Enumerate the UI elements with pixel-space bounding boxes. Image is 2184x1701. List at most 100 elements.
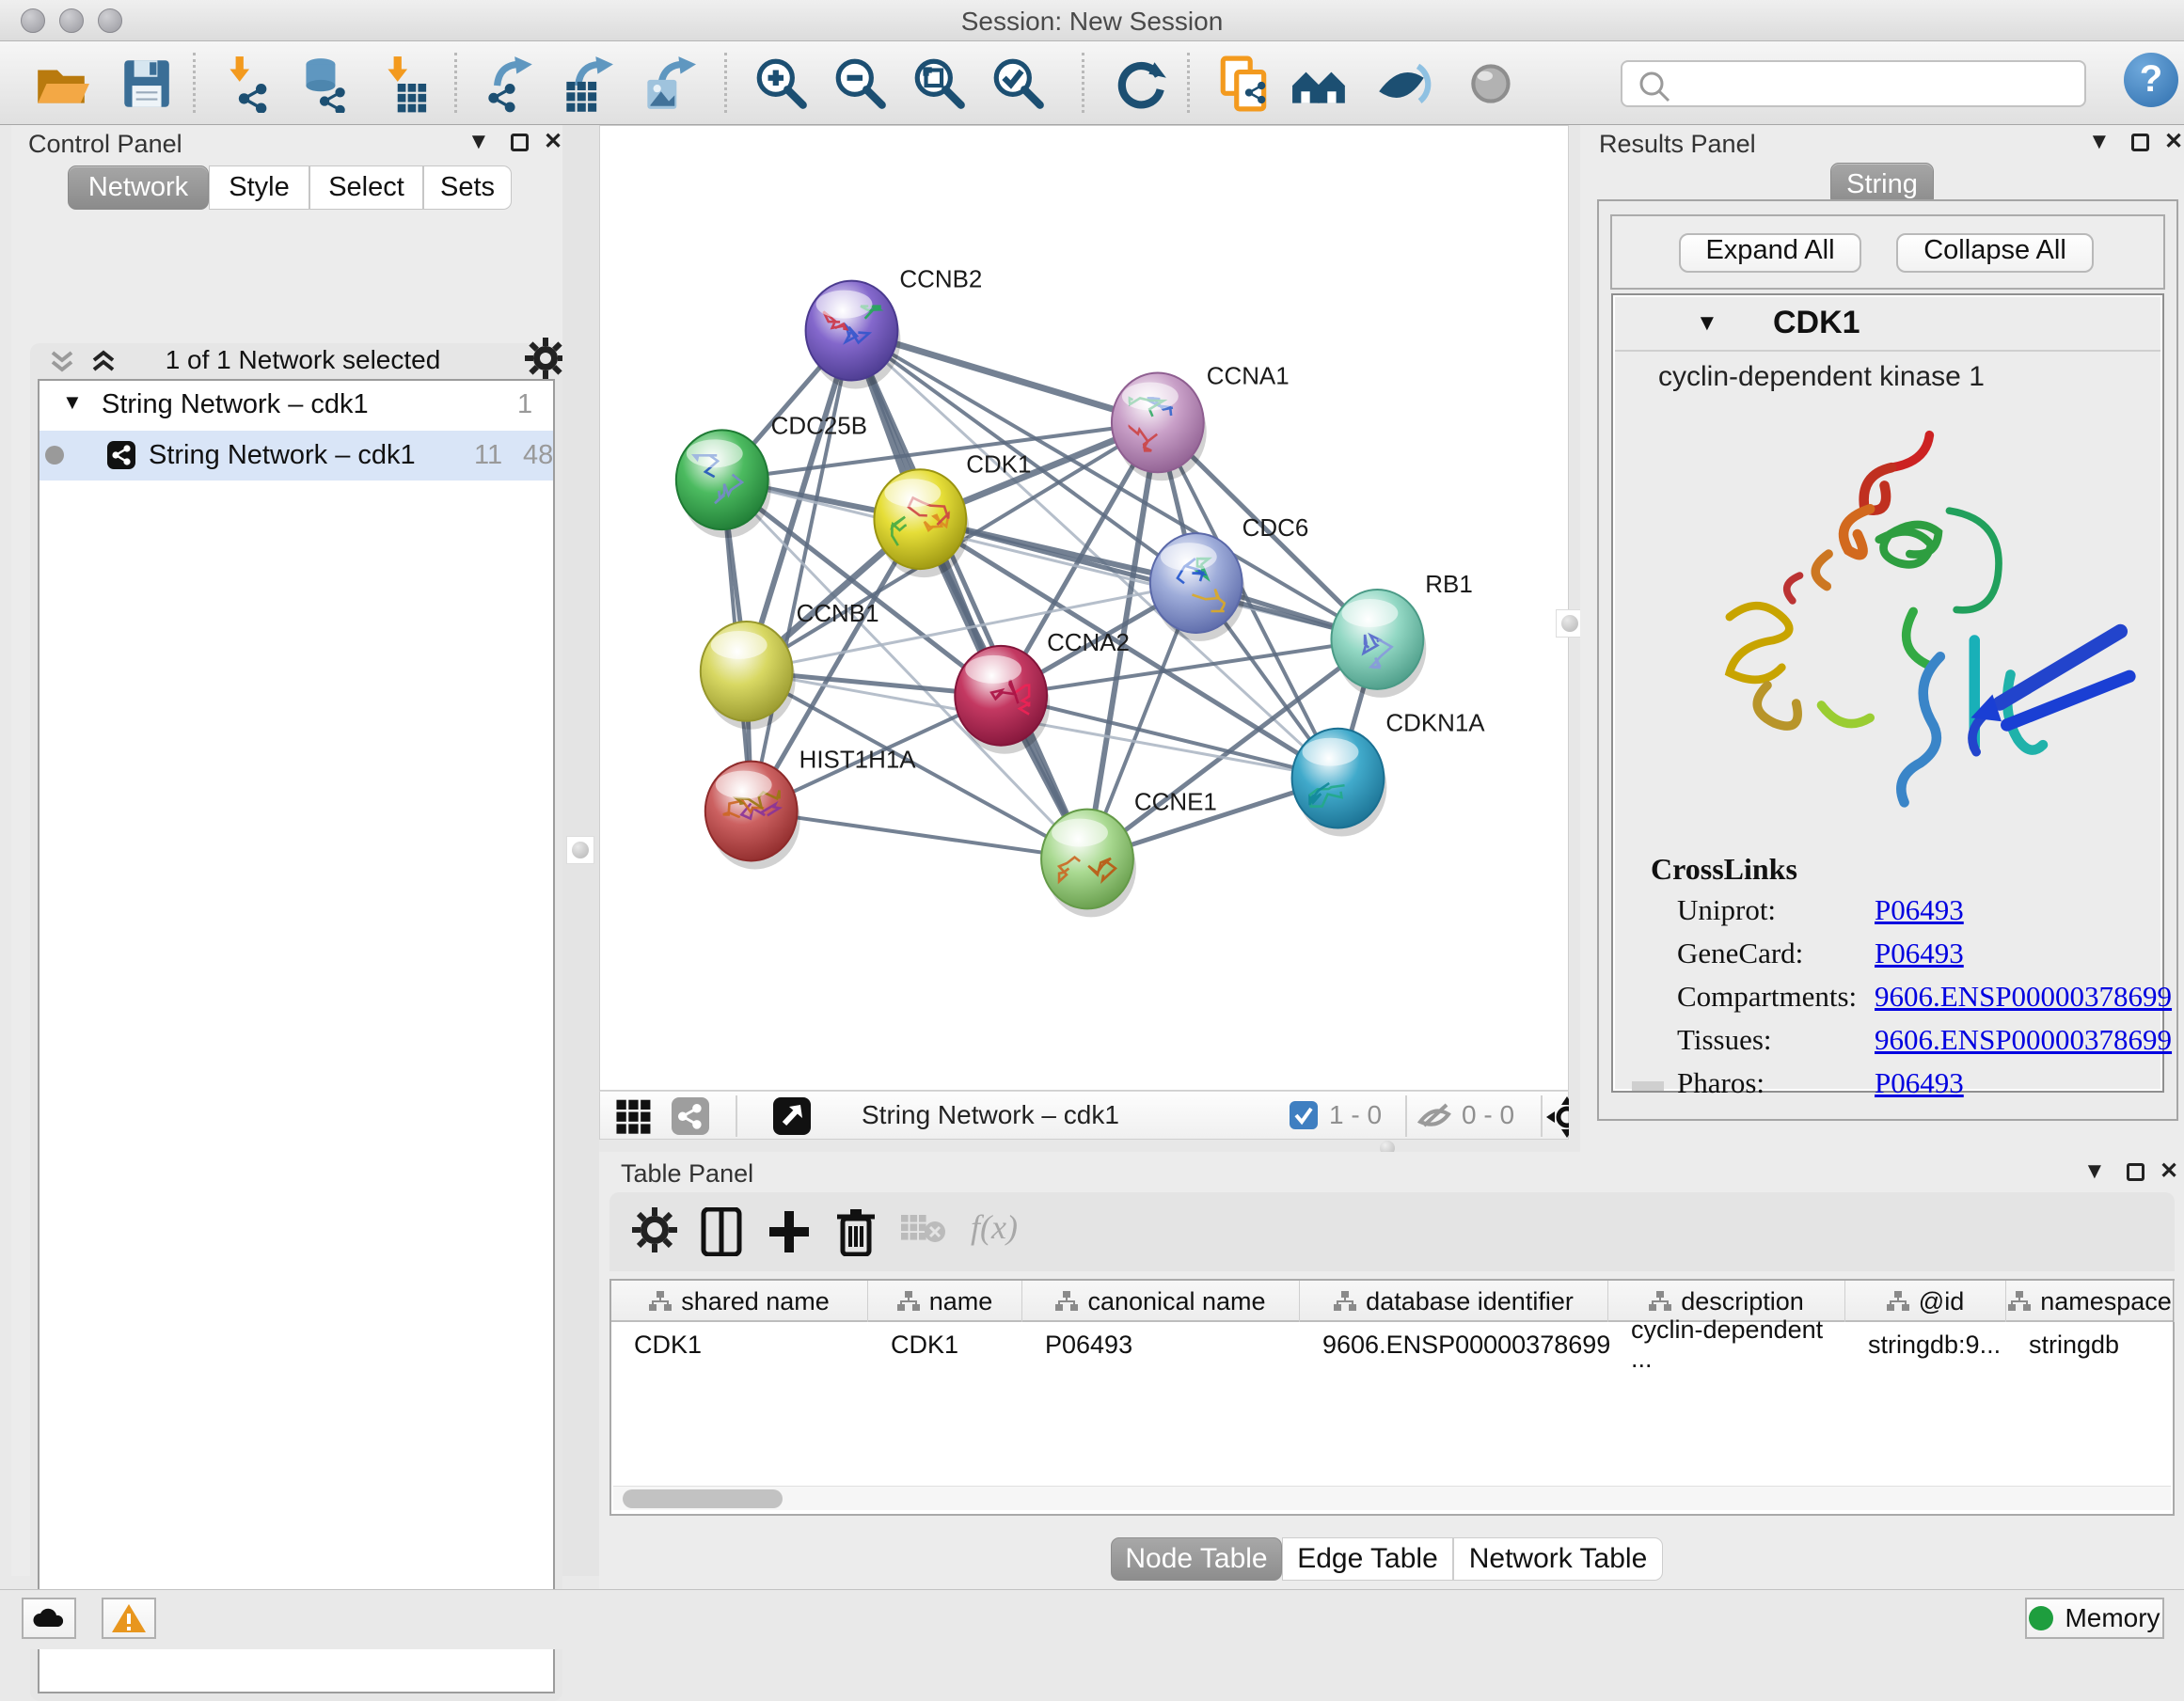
table-scrollbar-thumb[interactable] [623,1489,783,1508]
tab-edge-table[interactable]: Edge Table [1282,1537,1453,1581]
table-cell[interactable]: P06493 [1022,1326,1300,1363]
network-node-CCNA1[interactable] [1112,372,1207,480]
results-panel-float-button[interactable]: ▼ [2088,129,2111,155]
table-cell[interactable]: stringdb [2006,1326,2175,1363]
tree-expander-icon[interactable]: ▼ [62,390,83,415]
network-canvas[interactable]: CCNB2CCNA1CDC25BCDK1CDC6RB1CCNB1CCNA2CDK… [599,125,1569,1091]
tab-network-table[interactable]: Network Table [1453,1537,1663,1581]
network-node-CDKN1A[interactable] [1292,729,1387,837]
table-panel-maximize-button[interactable] [2127,1163,2144,1181]
network-edge[interactable] [752,811,1087,859]
results-panel-maximize-button[interactable] [2131,134,2149,151]
column-header-name[interactable]: name [868,1281,1022,1322]
gene-collapse-icon[interactable]: ▼ [1696,310,1718,337]
zoom-out-icon[interactable] [831,55,890,113]
left-splitter[interactable] [562,125,599,1576]
network-node-CCNB2[interactable] [806,281,901,389]
add-column-icon[interactable] [768,1207,816,1256]
crosslink-value-link[interactable]: 9606.ENSP00000378699 [1875,1023,2172,1057]
collapse-all-button[interactable]: Collapse All [1896,233,2094,273]
help-button[interactable]: ? [2124,53,2178,107]
birds-eye-view-icon[interactable] [773,1097,813,1140]
window-titlebar: Session: New Session [0,0,2184,41]
save-session-icon[interactable] [117,55,175,113]
table-settings-gear-icon[interactable] [632,1207,681,1256]
table-cell[interactable]: cyclin-dependent ... [1608,1326,1845,1363]
grid-view-icon[interactable] [614,1097,654,1140]
selected-nodes-checkbox-icon[interactable] [1290,1101,1320,1136]
table-panel-float-button[interactable]: ▼ [2083,1158,2106,1185]
import-network-database-icon[interactable] [293,55,352,113]
left-splitter-handle[interactable] [566,836,594,864]
table-cell[interactable]: CDK1 [868,1326,1022,1363]
control-panel-float-button[interactable]: ▼ [467,129,490,155]
table-cell[interactable]: stringdb:9... [1845,1326,2006,1363]
tab-select[interactable]: Select [309,165,423,210]
network-edge[interactable] [920,519,1377,639]
collapse-all-networks-icon[interactable] [47,349,88,377]
column-header--id[interactable]: @id [1845,1281,2006,1322]
control-panel-close-button[interactable]: ✕ [544,128,562,155]
import-table-icon[interactable] [376,55,435,113]
network-node-CCNE1[interactable] [1041,810,1136,918]
network-overview-icon[interactable] [672,1097,711,1140]
column-header-database-identifier[interactable]: database identifier [1300,1281,1608,1322]
control-panel-maximize-button[interactable] [511,134,529,151]
results-panel-close-button[interactable]: ✕ [2164,128,2183,155]
expand-all-networks-icon[interactable] [88,349,130,377]
cloud-status-button[interactable] [22,1598,76,1639]
crosslink-value-link[interactable]: 9606.ENSP00000378699 [1875,980,2172,1014]
network-node-CDC25B[interactable] [676,430,771,538]
search-input[interactable] [1621,60,2086,107]
tab-network[interactable]: Network [68,165,209,210]
crosslink-value-link[interactable]: P06493 [1875,893,1964,927]
network-node-CCNB1[interactable] [701,622,796,730]
string-eye-icon[interactable] [1464,55,1522,113]
zoom-fit-icon[interactable] [910,55,969,113]
string-glass-effect-icon[interactable] [1373,55,1432,113]
network-options-gear-icon[interactable] [525,338,566,384]
import-network-icon[interactable] [218,55,277,113]
show-columns-icon[interactable] [700,1207,749,1256]
hidden-eye-slash-icon[interactable] [1416,1099,1454,1136]
network-edge[interactable] [851,331,1087,859]
column-header-canonical-name[interactable]: canonical name [1022,1281,1300,1322]
tab-node-table[interactable]: Node Table [1111,1537,1282,1581]
expand-all-button[interactable]: Expand All [1679,233,1861,273]
string-home-icon[interactable] [1290,55,1349,113]
crosslink-row: Tissues: 9606.ENSP00000378699 [1613,1023,2162,1066]
network-node-HIST1H1A[interactable] [705,762,800,870]
network-node-RB1[interactable] [1331,590,1426,698]
network-collection-row[interactable]: ▼ String Network – cdk1 1 [40,381,553,431]
memory-button[interactable]: Memory [2025,1598,2164,1639]
table-horizontal-scrollbar[interactable] [613,1486,2171,1510]
warning-status-button[interactable] [102,1598,156,1639]
export-image-icon[interactable] [638,55,696,113]
table-cell[interactable]: CDK1 [611,1326,868,1363]
gene-section-header[interactable]: ▼ CDK1 [1615,297,2160,352]
table-header-row[interactable]: shared namenamecanonical namedatabase id… [611,1281,2173,1322]
network-row-selected[interactable]: String Network – cdk1 11 48 [40,431,553,480]
refresh-icon[interactable] [1112,55,1170,113]
network-node-CDK1[interactable] [874,469,969,577]
crosslink-value-link[interactable]: P06493 [1875,1066,1964,1100]
tab-sets[interactable]: Sets [423,165,512,210]
export-table-icon[interactable] [557,55,615,113]
column-header-namespace[interactable]: namespace [2006,1281,2175,1322]
column-header-shared-name[interactable]: shared name [611,1281,868,1322]
crosslink-value-link[interactable]: P06493 [1875,937,1964,970]
string-import-icon[interactable] [1215,55,1274,113]
crosslink-row: Compartments: 9606.ENSP00000378699 [1613,980,2162,1023]
zoom-in-icon[interactable] [752,55,811,113]
node-table[interactable]: shared namenamecanonical namedatabase id… [609,1279,2175,1516]
export-network-icon[interactable] [480,55,538,113]
open-session-icon[interactable] [32,55,90,113]
table-panel-close-button[interactable]: ✕ [2160,1158,2178,1185]
zoom-selected-icon[interactable] [989,55,1048,113]
table-cell[interactable]: 9606.ENSP00000378699 [1300,1326,1608,1363]
gene-box-scrollbar[interactable] [1632,1081,1664,1091]
delete-column-icon[interactable] [835,1207,884,1256]
memory-label: Memory [2065,1603,2160,1633]
network-node-CDC6[interactable] [1150,533,1245,641]
tab-style[interactable]: Style [209,165,309,210]
